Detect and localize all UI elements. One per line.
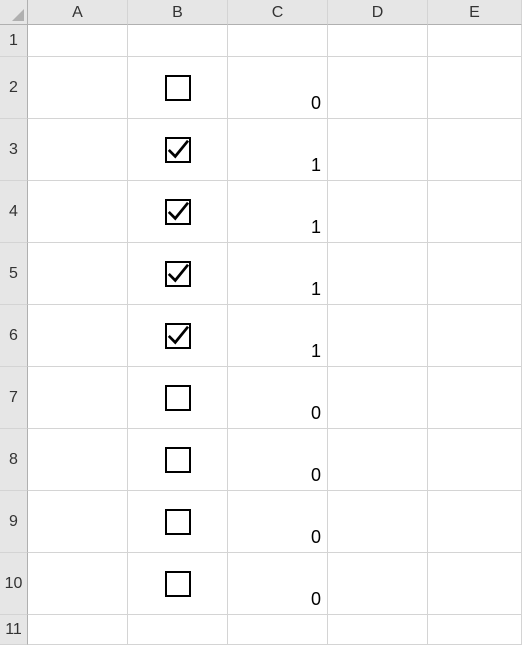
- checkbox-b10[interactable]: [165, 571, 191, 597]
- cell-c3[interactable]: 1: [228, 119, 328, 181]
- cell-d6[interactable]: [328, 305, 428, 367]
- row-4: 4 1: [0, 181, 522, 243]
- cell-c9[interactable]: 0: [228, 491, 328, 553]
- checkbox-b3[interactable]: [165, 137, 191, 163]
- column-header-row: A B C D E: [0, 0, 522, 25]
- cell-e10[interactable]: [428, 553, 522, 615]
- cell-b8[interactable]: [128, 429, 228, 491]
- row-1: 1: [0, 25, 522, 57]
- cell-c7[interactable]: 0: [228, 367, 328, 429]
- cell-e4[interactable]: [428, 181, 522, 243]
- row-5: 5 1: [0, 243, 522, 305]
- checkbox-b5[interactable]: [165, 261, 191, 287]
- cell-c1[interactable]: [228, 25, 328, 57]
- row-header-8[interactable]: 8: [0, 429, 28, 491]
- row-header-10[interactable]: 10: [0, 553, 28, 615]
- row-2: 2 0: [0, 57, 522, 119]
- cell-d7[interactable]: [328, 367, 428, 429]
- cell-d5[interactable]: [328, 243, 428, 305]
- row-header-6[interactable]: 6: [0, 305, 28, 367]
- row-6: 6 1: [0, 305, 522, 367]
- row-10: 10 0: [0, 553, 522, 615]
- cell-d10[interactable]: [328, 553, 428, 615]
- checkbox-b2[interactable]: [165, 75, 191, 101]
- column-header-b[interactable]: B: [128, 0, 228, 25]
- row-8: 8 0: [0, 429, 522, 491]
- cell-e5[interactable]: [428, 243, 522, 305]
- cell-c8[interactable]: 0: [228, 429, 328, 491]
- column-header-e[interactable]: E: [428, 0, 522, 25]
- cell-a4[interactable]: [28, 181, 128, 243]
- row-3: 3 1: [0, 119, 522, 181]
- cell-e9[interactable]: [428, 491, 522, 553]
- cell-e8[interactable]: [428, 429, 522, 491]
- cell-c4[interactable]: 1: [228, 181, 328, 243]
- checkbox-b4[interactable]: [165, 199, 191, 225]
- cell-c6[interactable]: 1: [228, 305, 328, 367]
- cell-c2[interactable]: 0: [228, 57, 328, 119]
- cell-a9[interactable]: [28, 491, 128, 553]
- checkbox-b6[interactable]: [165, 323, 191, 349]
- cell-b4[interactable]: [128, 181, 228, 243]
- cell-d11[interactable]: [328, 615, 428, 645]
- row-header-4[interactable]: 4: [0, 181, 28, 243]
- row-header-11[interactable]: 11: [0, 615, 28, 645]
- checkbox-b8[interactable]: [165, 447, 191, 473]
- cell-d9[interactable]: [328, 491, 428, 553]
- cell-e7[interactable]: [428, 367, 522, 429]
- select-all-corner[interactable]: [0, 0, 28, 25]
- row-header-9[interactable]: 9: [0, 491, 28, 553]
- cell-a7[interactable]: [28, 367, 128, 429]
- row-header-7[interactable]: 7: [0, 367, 28, 429]
- cell-d1[interactable]: [328, 25, 428, 57]
- cell-a8[interactable]: [28, 429, 128, 491]
- cell-a5[interactable]: [28, 243, 128, 305]
- column-header-d[interactable]: D: [328, 0, 428, 25]
- check-icon: [167, 201, 189, 223]
- cell-c5[interactable]: 1: [228, 243, 328, 305]
- cell-a2[interactable]: [28, 57, 128, 119]
- cell-a3[interactable]: [28, 119, 128, 181]
- cell-e6[interactable]: [428, 305, 522, 367]
- cell-b2[interactable]: [128, 57, 228, 119]
- row-11: 11: [0, 615, 522, 645]
- checkbox-b9[interactable]: [165, 509, 191, 535]
- cell-b7[interactable]: [128, 367, 228, 429]
- cell-c10[interactable]: 0: [228, 553, 328, 615]
- cell-a1[interactable]: [28, 25, 128, 57]
- cell-b11[interactable]: [128, 615, 228, 645]
- spreadsheet: A B C D E 1 2 0 3 1 4: [0, 0, 522, 659]
- row-header-2[interactable]: 2: [0, 57, 28, 119]
- checkbox-b7[interactable]: [165, 385, 191, 411]
- cell-b10[interactable]: [128, 553, 228, 615]
- cell-a6[interactable]: [28, 305, 128, 367]
- cell-d2[interactable]: [328, 57, 428, 119]
- cell-d3[interactable]: [328, 119, 428, 181]
- cell-b3[interactable]: [128, 119, 228, 181]
- check-icon: [167, 263, 189, 285]
- check-icon: [167, 139, 189, 161]
- cell-a11[interactable]: [28, 615, 128, 645]
- cell-e3[interactable]: [428, 119, 522, 181]
- column-header-c[interactable]: C: [228, 0, 328, 25]
- row-9: 9 0: [0, 491, 522, 553]
- column-header-a[interactable]: A: [28, 0, 128, 25]
- row-header-5[interactable]: 5: [0, 243, 28, 305]
- cell-b9[interactable]: [128, 491, 228, 553]
- cell-a10[interactable]: [28, 553, 128, 615]
- cell-d8[interactable]: [328, 429, 428, 491]
- cell-b1[interactable]: [128, 25, 228, 57]
- row-header-1[interactable]: 1: [0, 25, 28, 57]
- check-icon: [167, 325, 189, 347]
- row-header-3[interactable]: 3: [0, 119, 28, 181]
- cell-e2[interactable]: [428, 57, 522, 119]
- cell-c11[interactable]: [228, 615, 328, 645]
- row-7: 7 0: [0, 367, 522, 429]
- cell-e1[interactable]: [428, 25, 522, 57]
- cell-e11[interactable]: [428, 615, 522, 645]
- cell-b5[interactable]: [128, 243, 228, 305]
- cell-d4[interactable]: [328, 181, 428, 243]
- cell-b6[interactable]: [128, 305, 228, 367]
